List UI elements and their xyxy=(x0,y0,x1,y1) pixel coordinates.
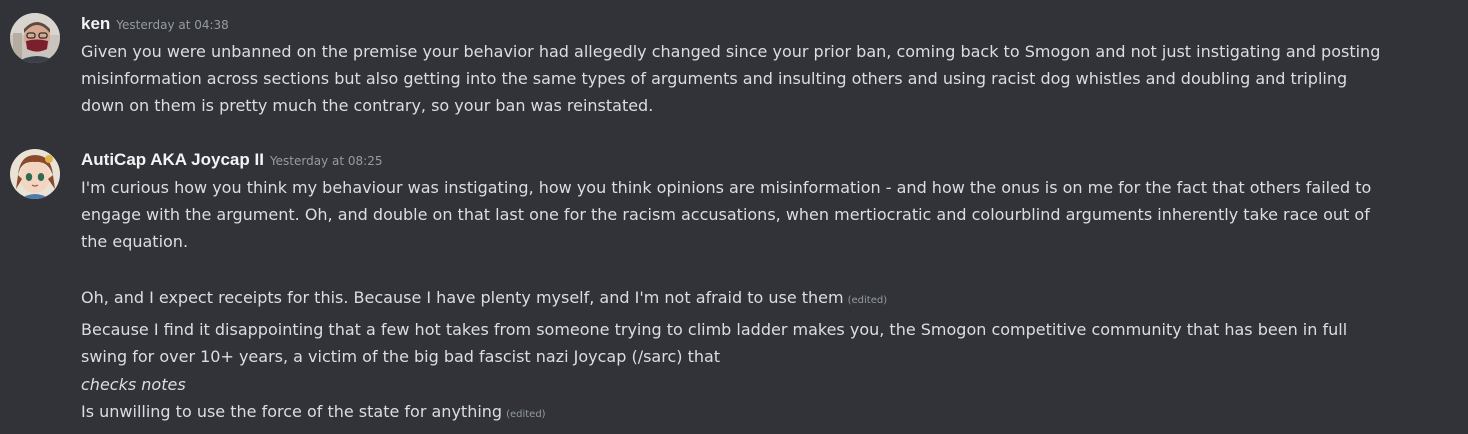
username[interactable]: ken xyxy=(81,14,110,33)
message-line: swing for over 10+ years, a victim of th… xyxy=(81,347,721,366)
message-line-italic: checks notes xyxy=(81,375,186,394)
message-text: Oh, and I expect receipts for this. Beca… xyxy=(81,288,844,307)
user-avatar-icon xyxy=(10,13,60,63)
timestamp[interactable]: Yesterday at 04:38 xyxy=(116,18,229,32)
edited-label: (edited) xyxy=(506,409,546,420)
message-line: Because I find it disappointing that a f… xyxy=(81,320,1348,339)
timestamp[interactable]: Yesterday at 08:25 xyxy=(270,154,383,168)
message-line: Oh, and I expect receipts for this. Beca… xyxy=(81,284,887,314)
message-header: ken Yesterday at 04:38 xyxy=(81,14,229,34)
edited-label: (edited) xyxy=(847,295,888,306)
message-line: I'm curious how you think my behaviour w… xyxy=(81,178,1372,197)
message-line: down on them is pretty much the contrary… xyxy=(81,96,654,115)
message-line: engage with the argument. Oh, and double… xyxy=(81,205,1370,224)
username[interactable]: AutiCap AKA Joycap II xyxy=(81,150,264,169)
avatar[interactable] xyxy=(10,149,60,199)
message-line: Is unwilling to use the force of the sta… xyxy=(81,398,546,428)
message-line: misinformation across sections but also … xyxy=(81,69,1348,88)
message-text: Is unwilling to use the force of the sta… xyxy=(81,402,503,421)
message-header: AutiCap AKA Joycap II Yesterday at 08:25 xyxy=(81,150,382,170)
avatar[interactable] xyxy=(10,13,60,63)
message-line: Given you were unbanned on the premise y… xyxy=(81,42,1381,61)
message-line: the equation. xyxy=(81,232,189,251)
user-avatar-icon xyxy=(10,149,60,199)
